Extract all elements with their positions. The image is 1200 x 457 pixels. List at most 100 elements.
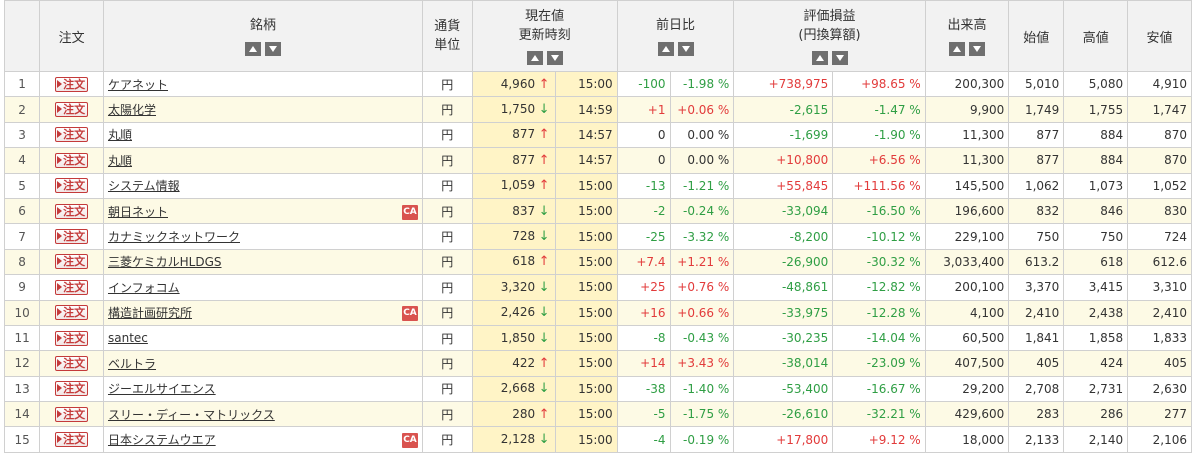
order-button[interactable]: 注文 [55,178,89,194]
row-index: 6 [3,197,41,225]
order-button[interactable]: 注文 [55,152,89,168]
low-value: 830 [1127,197,1192,225]
change-percent: -1.40 % [669,375,735,403]
order-button[interactable]: 注文 [55,76,89,92]
sort-desc-icon[interactable] [831,51,848,65]
row-index: 14 [3,401,41,428]
stock-name-link[interactable]: 三菱ケミカルHLDGS [108,255,222,269]
pl-percent: -16.50 % [832,197,926,225]
row-index: 13 [3,375,41,403]
sort-asc-icon[interactable] [526,51,543,65]
order-button-label: 注文 [63,280,86,294]
pl-value: +10,800 [733,147,834,174]
update-time: 15:00 [555,197,618,225]
pl-percent: +111.56 % [832,172,926,199]
high-value: 2,438 [1063,299,1129,326]
stock-name-link[interactable]: システム情報 [108,179,180,193]
order-button[interactable]: 注文 [55,432,89,448]
ca-badge-icon[interactable]: CA [402,433,418,449]
sort-asc-icon[interactable] [244,41,261,56]
update-time: 14:57 [555,121,618,149]
stock-name-link[interactable]: 丸順 [108,154,132,168]
sort-asc-icon[interactable] [949,41,965,56]
volume-value: 11,300 [924,121,1010,149]
currency-cell: 円 [422,375,473,403]
high-value: 5,080 [1063,70,1129,98]
update-time: 15:00 [555,223,618,250]
pl-value: -2,615 [733,96,834,123]
stock-name-link[interactable]: ケアネット [108,78,168,92]
order-button[interactable]: 注文 [55,279,89,295]
volume-value: 3,033,400 [924,248,1010,276]
pl-percent: -10.12 % [832,223,926,250]
sort-asc-icon[interactable] [811,51,828,65]
change-percent: -1.75 % [669,401,735,428]
order-button[interactable]: 注文 [55,127,89,143]
header-low-label: 安値 [1146,30,1173,46]
update-time: 15:00 [555,248,618,276]
stock-name-link[interactable]: インフォコム [108,281,180,295]
sort-desc-icon[interactable] [969,41,985,56]
stock-name-link[interactable]: ジーエルサイエンス [108,382,216,396]
order-cell: 注文 [39,96,104,123]
stock-name-link[interactable]: 朝日ネット [108,205,168,219]
stock-name-link[interactable]: 太陽化学 [108,103,156,117]
stock-name-cell: 朝日ネット CA [102,197,424,225]
order-button[interactable]: 注文 [55,330,89,346]
table-row: 15 注文 日本システムウエア CA 円 2,128 ↓ 15:00 -4 -0.19 % +17,… [3,426,1192,453]
pl-value: -26,900 [733,248,834,276]
open-value: 2,133 [1008,426,1065,453]
order-button[interactable]: 注文 [55,254,89,270]
pl-percent: +9.12 % [832,426,926,453]
order-button[interactable]: 注文 [55,203,89,219]
play-icon [57,409,63,418]
stock-name-link[interactable]: ベルトラ [108,357,156,371]
sort-desc-icon[interactable] [546,51,563,65]
order-button[interactable]: 注文 [55,102,89,118]
order-cell: 注文 [39,223,104,250]
order-button[interactable]: 注文 [55,229,89,245]
change-value: -38 [616,375,671,403]
stock-name-link[interactable]: 日本システムウエア [108,433,216,447]
update-time: 14:59 [555,96,618,123]
play-icon [57,232,63,241]
sort-desc-icon[interactable] [264,41,281,56]
order-button-label: 注文 [63,77,86,91]
stock-name-link[interactable]: 丸順 [108,128,132,142]
currency-cell: 円 [422,121,473,149]
order-cell: 注文 [39,426,104,453]
open-value: 5,010 [1008,70,1065,98]
header-currency-line2: 単位 [434,38,461,53]
order-cell: 注文 [39,197,104,225]
currency-cell: 円 [422,324,473,352]
volume-value: 18,000 [924,426,1010,453]
pl-percent: +98.65 % [832,70,926,98]
sort-desc-icon[interactable] [677,41,694,56]
order-button[interactable]: 注文 [55,355,89,371]
stock-name-link[interactable]: santec [108,331,148,345]
change-value: 0 [616,121,671,149]
row-index: 11 [3,324,41,352]
sort-asc-icon[interactable] [657,41,674,56]
stock-name-link[interactable]: 構造計画研究所 [108,306,192,320]
stock-name-cell: 日本システムウエア CA [102,426,424,453]
order-button-label: 注文 [63,331,86,345]
pl-value: +17,800 [733,426,834,453]
volume-value: 200,300 [924,70,1010,98]
ca-badge-icon[interactable]: CA [402,204,418,220]
ca-badge-icon[interactable]: CA [402,306,418,322]
stock-name-link[interactable]: スリー・ディー・マトリックス [108,408,275,422]
order-button[interactable]: 注文 [55,406,89,422]
stock-name-link[interactable]: カナミックネットワーク [108,230,240,244]
order-button[interactable]: 注文 [55,305,89,321]
order-button-label: 注文 [63,407,86,421]
header-order-label: 注文 [58,30,85,46]
header-high: 高値 [1063,0,1129,72]
low-value: 870 [1127,147,1192,174]
current-price: 3,320 [500,279,536,294]
order-button[interactable]: 注文 [55,381,89,397]
update-time: 15:00 [555,70,618,98]
open-value: 1,749 [1008,96,1065,123]
volume-value: 60,500 [924,324,1010,352]
change-value: +7.4 [616,248,671,276]
